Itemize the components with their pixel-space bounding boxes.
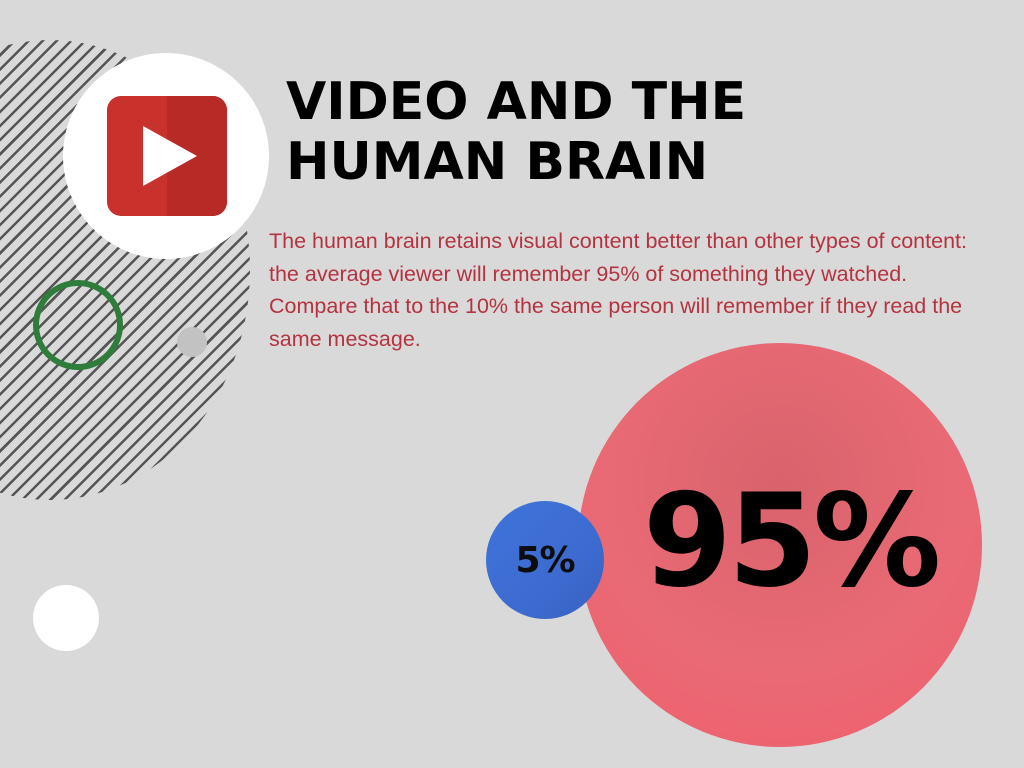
green-ring-decoration xyxy=(33,280,123,370)
title-line-1: VIDEO AND THE xyxy=(286,72,747,132)
white-dot-decoration xyxy=(33,585,99,651)
video-play-icon xyxy=(107,96,227,216)
large-stat-label: 95% xyxy=(642,466,941,616)
infographic-canvas: VIDEO AND THE HUMAN BRAIN The human brai… xyxy=(0,0,1024,768)
description-text: The human brain retains visual content b… xyxy=(269,229,967,351)
page-title: VIDEO AND THE HUMAN BRAIN xyxy=(286,72,806,192)
title-line-2: HUMAN BRAIN xyxy=(286,132,709,192)
small-stat-label: 5% xyxy=(515,539,575,581)
grey-dot-decoration xyxy=(177,327,207,357)
